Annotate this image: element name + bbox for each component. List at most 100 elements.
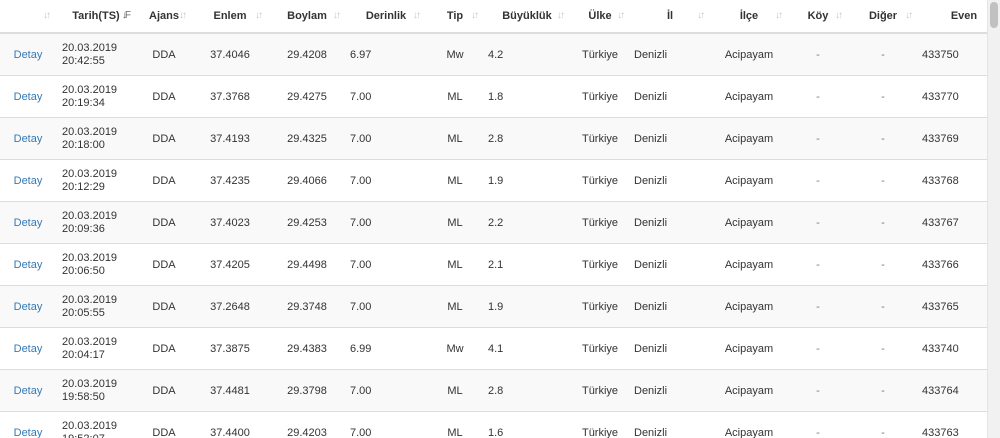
detail-link[interactable]: Detay: [14, 49, 43, 61]
date-value: 20.03.2019: [62, 125, 118, 138]
column-header-province[interactable]: İl ↓↑: [630, 0, 710, 34]
detail-link[interactable]: Detay: [14, 385, 43, 397]
cell-date: 20.03.2019 20:09:36: [56, 201, 136, 244]
cell-action: Detay: [0, 369, 56, 412]
cell-village: -: [788, 327, 848, 370]
cell-district: Acipayam: [710, 117, 788, 160]
table-row: Detay 20.03.2019 20:05:55 DDA 37.2648 29.3748…: [0, 285, 988, 328]
cell-event: 433750: [918, 32, 988, 76]
column-header-mag[interactable]: Büyüklük ↓↑: [484, 0, 570, 34]
column-header-date[interactable]: Tarih(TS) ↓F: [56, 0, 136, 34]
cell-lon: 29.4208: [268, 32, 346, 76]
cell-depth: 7.00: [346, 411, 426, 438]
column-header-label: İl: [666, 10, 674, 22]
cell-agency: DDA: [136, 411, 192, 438]
scrollbar-thumb[interactable]: [990, 2, 998, 28]
cell-event: 433740: [918, 327, 988, 370]
column-header-village[interactable]: Köy ↓↑: [788, 0, 848, 34]
cell-other: -: [848, 285, 918, 328]
column-header-label: Derinlik: [365, 10, 407, 22]
cell-district: Acipayam: [710, 75, 788, 118]
cell-event: 433763: [918, 411, 988, 438]
cell-depth: 6.99: [346, 327, 426, 370]
cell-type: ML: [426, 117, 484, 160]
table-row: Detay 20.03.2019 20:09:36 DDA 37.4023 29.4253…: [0, 201, 988, 244]
detail-link[interactable]: Detay: [14, 343, 43, 355]
column-header-label: Tarih(TS): [72, 10, 120, 22]
cell-mag: 2.8: [484, 369, 570, 412]
cell-country: Türkiye: [570, 75, 630, 118]
column-header-label: Boylam: [287, 10, 327, 22]
cell-province: Denizli: [630, 159, 710, 202]
table-row: Detay 20.03.2019 20:18:00 DDA 37.4193 29.4325…: [0, 117, 988, 160]
cell-action: Detay: [0, 159, 56, 202]
column-header-action[interactable]: ↓↑: [0, 0, 56, 34]
cell-mag: 2.8: [484, 117, 570, 160]
cell-lat: 37.3768: [192, 75, 268, 118]
cell-agency: DDA: [136, 369, 192, 412]
column-header-country[interactable]: Ülke ↓↑: [570, 0, 630, 34]
column-header-event[interactable]: Even: [918, 0, 988, 34]
cell-agency: DDA: [136, 201, 192, 244]
cell-type: ML: [426, 369, 484, 412]
column-header-label: Enlem: [213, 10, 247, 22]
cell-village: -: [788, 32, 848, 76]
cell-type: ML: [426, 75, 484, 118]
cell-event: 433768: [918, 159, 988, 202]
column-header-label: Tip: [446, 10, 464, 22]
cell-village: -: [788, 411, 848, 438]
detail-link[interactable]: Detay: [14, 91, 43, 103]
cell-mag: 1.9: [484, 285, 570, 328]
cell-village: -: [788, 201, 848, 244]
cell-depth: 7.00: [346, 75, 426, 118]
detail-link[interactable]: Detay: [14, 301, 43, 313]
cell-province: Denizli: [630, 75, 710, 118]
cell-other: -: [848, 411, 918, 438]
cell-district: Acipayam: [710, 411, 788, 438]
table-row: Detay 20.03.2019 20:42:55 DDA 37.4046 29.4208…: [0, 32, 988, 76]
detail-link[interactable]: Detay: [14, 259, 43, 271]
cell-date: 20.03.2019 20:12:29: [56, 159, 136, 202]
column-header-other[interactable]: Diğer ↓↑: [848, 0, 918, 34]
cell-country: Türkiye: [570, 201, 630, 244]
cell-province: Denizli: [630, 369, 710, 412]
cell-event: 433764: [918, 369, 988, 412]
cell-other: -: [848, 117, 918, 160]
cell-lat: 37.4023: [192, 201, 268, 244]
column-header-district[interactable]: İlçe ↓↑: [710, 0, 788, 34]
cell-agency: DDA: [136, 159, 192, 202]
detail-link[interactable]: Detay: [14, 217, 43, 229]
column-header-depth[interactable]: Derinlik ↓↑: [346, 0, 426, 34]
cell-depth: 6.97: [346, 32, 426, 76]
cell-action: Detay: [0, 117, 56, 160]
column-header-agency[interactable]: Ajans ↓↑: [136, 0, 192, 34]
cell-date: 20.03.201919:52:07: [56, 411, 136, 438]
cell-district: Acipayam: [710, 369, 788, 412]
cell-event: 433769: [918, 117, 988, 160]
cell-mag: 1.9: [484, 159, 570, 202]
table-row: Detay 20.03.2019 20:19:34 DDA 37.3768 29.4275…: [0, 75, 988, 118]
sort-icon: ↓↑: [179, 10, 187, 21]
cell-province: Denizli: [630, 201, 710, 244]
detail-link[interactable]: Detay: [14, 133, 43, 145]
cell-village: -: [788, 75, 848, 118]
sort-icon: ↓↑: [835, 10, 843, 21]
cell-country: Türkiye: [570, 285, 630, 328]
detail-link[interactable]: Detay: [14, 175, 43, 187]
date-value: 20.03.2019: [62, 209, 118, 222]
column-header-type[interactable]: Tip ↓↑: [426, 0, 484, 34]
detail-link[interactable]: Detay: [14, 427, 43, 438]
column-header-lat[interactable]: Enlem ↓↑: [192, 0, 268, 34]
column-header-lon[interactable]: Boylam ↓↑: [268, 0, 346, 34]
time-value: 20:05:55: [62, 306, 105, 319]
cell-mag: 4.2: [484, 32, 570, 76]
column-header-label: İlçe: [739, 10, 759, 22]
cell-province: Denizli: [630, 411, 710, 438]
cell-lat: 37.2648: [192, 285, 268, 328]
cell-lon: 29.4383: [268, 327, 346, 370]
cell-country: Türkiye: [570, 327, 630, 370]
vertical-scrollbar[interactable]: [987, 0, 1000, 438]
cell-agency: DDA: [136, 117, 192, 160]
sort-desc-icon: ↓F: [121, 10, 131, 21]
cell-agency: DDA: [136, 75, 192, 118]
